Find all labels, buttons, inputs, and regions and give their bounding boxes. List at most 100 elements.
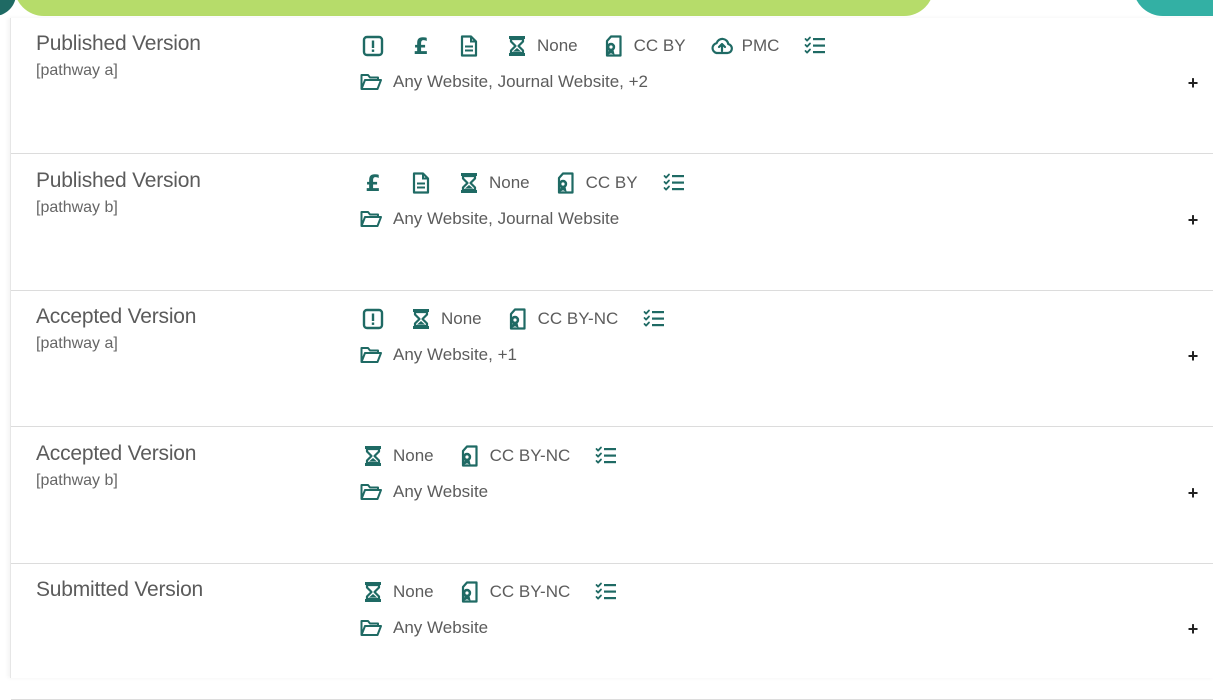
hourglass-icon	[361, 444, 385, 468]
expand-button[interactable]: +	[1186, 620, 1200, 638]
cloud-upload-chip: PMC	[710, 34, 780, 58]
license-icon	[458, 580, 482, 604]
exclamation-box-icon	[361, 307, 385, 331]
checklist-icon	[594, 444, 618, 468]
condition-icons: None CC BY-NC	[361, 305, 690, 333]
hourglass-chip: None	[361, 444, 434, 468]
license-label: CC BY	[633, 36, 686, 55]
pathway-label: [pathway a]	[36, 335, 118, 352]
version-title: Published Version	[36, 32, 201, 55]
pathway-row[interactable]: Published Version [pathway b] £ None CC BY An…	[11, 155, 1213, 291]
version-title: Submitted Version	[36, 578, 204, 601]
locations-label: Any Website, +1	[393, 345, 517, 364]
license-label: CC BY	[585, 172, 638, 192]
license-icon	[554, 171, 578, 195]
folder-open-icon	[359, 207, 383, 231]
header-shape-right	[1133, 0, 1213, 16]
hourglass-label: None	[393, 582, 434, 601]
hourglass-label: None	[489, 172, 530, 192]
locations: Any Website, +1	[359, 343, 517, 367]
checklist-icon	[594, 580, 618, 604]
license-chip: CC BY	[554, 171, 638, 195]
license-chip: CC BY-NC	[458, 444, 571, 468]
hourglass-icon	[409, 307, 433, 331]
document-chip	[409, 171, 433, 195]
pathway-label: [pathway b]	[36, 198, 118, 216]
expand-button[interactable]: +	[1186, 347, 1200, 365]
hourglass-icon	[457, 171, 481, 195]
hourglass-icon	[361, 580, 385, 604]
license-label: CC BY-NC	[489, 445, 571, 465]
expand-button[interactable]: +	[1186, 211, 1200, 229]
svg-text:£: £	[413, 35, 428, 58]
exclamation-box-chip	[361, 34, 385, 58]
svg-text:£: £	[365, 172, 380, 195]
locations: Any Website, Journal Website, +2	[359, 70, 648, 94]
pathway-row[interactable]: Accepted Version [pathway b] None CC BY-NC A…	[11, 428, 1213, 564]
hourglass-label: None	[441, 309, 482, 328]
license-label: CC BY-NC	[537, 309, 619, 328]
license-label: CC BY-NC	[489, 582, 571, 601]
folder-open-icon	[359, 70, 383, 94]
document-icon	[457, 34, 481, 58]
locations: Any Website, Journal Website	[359, 207, 619, 231]
locations: Any Website	[359, 480, 488, 504]
condition-icons: None CC BY-NC	[361, 578, 642, 606]
pound-icon: £	[409, 34, 433, 58]
checklist-chip	[594, 444, 618, 468]
locations-label: Any Website, Journal Website	[393, 208, 620, 228]
cloud-upload-icon	[710, 34, 734, 58]
pathway-row[interactable]: Accepted Version [pathway a] None CC BY-NC A…	[11, 291, 1213, 427]
locations-label: Any Website	[393, 481, 489, 501]
version-title: Accepted Version	[36, 441, 197, 465]
exclamation-box-icon	[361, 34, 385, 58]
header-shape-green	[14, 0, 934, 16]
cloud-upload-label: PMC	[741, 36, 780, 55]
condition-icons: £ None CC BY	[361, 169, 710, 197]
license-icon	[458, 444, 482, 468]
hourglass-chip: None	[361, 580, 434, 604]
checklist-icon	[662, 171, 686, 195]
checklist-icon	[803, 34, 827, 58]
hourglass-label: None	[393, 445, 434, 465]
exclamation-box-chip	[361, 307, 385, 331]
expand-button[interactable]: +	[1186, 484, 1200, 502]
license-icon	[506, 307, 530, 331]
document-chip	[457, 34, 481, 58]
pathway-label: [pathway b]	[36, 471, 118, 489]
pathway-label: [pathway a]	[36, 62, 118, 79]
checklist-chip	[662, 171, 686, 195]
locations-label: Any Website, Journal Website, +2	[393, 72, 648, 91]
checklist-chip	[594, 580, 618, 604]
document-icon	[409, 171, 433, 195]
version-title: Published Version	[36, 168, 201, 192]
license-chip: CC BY-NC	[458, 580, 571, 604]
header-shape-left	[0, 0, 16, 16]
pathway-row[interactable]: Published Version [pathway a] £ None CC BY PM…	[11, 18, 1213, 154]
checklist-chip	[642, 307, 666, 331]
pound-icon: £	[361, 171, 385, 195]
condition-icons: £ None CC BY PMC	[361, 32, 851, 60]
locations: Any Website	[359, 616, 488, 640]
license-icon	[602, 34, 626, 58]
locations-label: Any Website	[393, 618, 489, 637]
checklist-chip	[803, 34, 827, 58]
pathways-card: Published Version [pathway a] £ None CC BY PM…	[10, 18, 1213, 700]
pound-chip: £	[361, 171, 385, 195]
hourglass-icon	[505, 34, 529, 58]
folder-open-icon	[359, 616, 383, 640]
condition-icons: None CC BY-NC	[361, 442, 642, 470]
version-title: Accepted Version	[36, 305, 197, 328]
pathway-row[interactable]: Submitted Version None CC BY-NC Any Website…	[11, 564, 1213, 700]
hourglass-chip: None	[409, 307, 482, 331]
expand-button[interactable]: +	[1186, 74, 1200, 92]
header-decoration	[0, 0, 1213, 20]
folder-open-icon	[359, 343, 383, 367]
license-chip: CC BY-NC	[506, 307, 619, 331]
pound-chip: £	[409, 34, 433, 58]
folder-open-icon	[359, 480, 383, 504]
hourglass-chip: None	[505, 34, 578, 58]
license-chip: CC BY	[602, 34, 686, 58]
hourglass-label: None	[537, 36, 578, 55]
checklist-icon	[642, 307, 666, 331]
